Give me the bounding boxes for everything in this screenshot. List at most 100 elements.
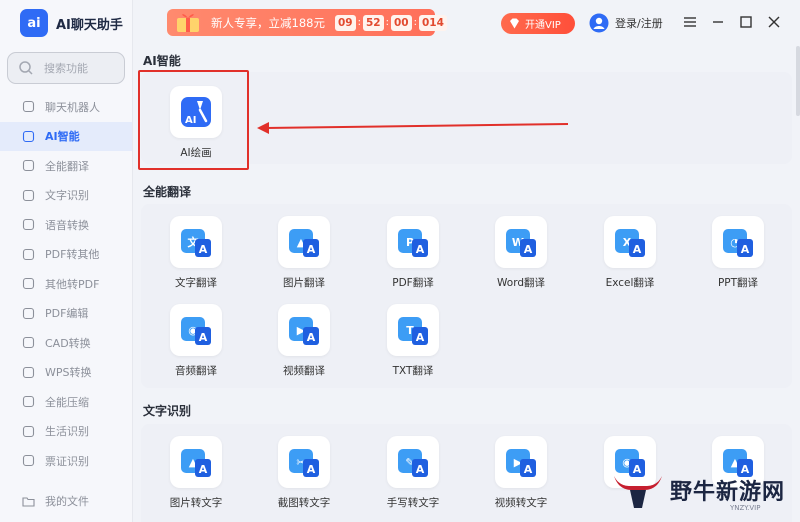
timer-seconds: 00 [390,14,412,31]
tool-video-translate[interactable]: ▶ A 视频翻译 [264,304,344,388]
scrollbar[interactable] [796,46,800,116]
search-placeholder: 搜索功能 [44,62,88,75]
sidebar-item-12[interactable]: 票证识别 [0,446,132,476]
sidebar-item-label: AI智能 [45,130,80,144]
watermark: 野牛新游网 YNZY.VIP [610,472,790,516]
menu-icon[interactable] [683,15,697,29]
folder-icon [22,495,35,508]
close-icon[interactable] [767,15,781,29]
sidebar-item-label: 文字识别 [45,189,89,203]
tool-label: Excel翻译 [605,277,655,289]
robot-icon [22,100,35,113]
tool-audio-translate[interactable]: ◉ A 音频翻译 [156,304,236,388]
tool-image-to-text[interactable]: ▲ A 图片转文字 [156,436,236,520]
tool-label: PDF翻译 [392,277,434,289]
text-translate-icon: 文A [170,216,222,268]
word-translate-icon: WA [495,216,547,268]
watermark-text: 野牛新游网 [670,480,786,505]
svg-text:A: A [199,243,208,256]
tool-image-translate[interactable]: ▲ A 图片翻译 [264,216,344,300]
vip-label: 开通VIP [525,20,561,31]
svg-text:A: A [416,243,425,256]
pdf-translate-icon: PA [387,216,439,268]
sidebar-item-my-files[interactable]: 我的文件 [0,487,133,517]
app-logo: ai [20,9,48,37]
app-header: ai AI聊天助手 [0,0,132,46]
video-to-text-icon: ▶ A [495,436,547,488]
tool-excel-translate[interactable]: X A Excel翻译 [590,216,670,300]
minimize-icon[interactable] [711,15,725,29]
video-translate-icon: ▶ A [278,304,330,356]
sidebar-item-4[interactable]: 语音转换 [0,210,132,240]
tool-label: 截图转文字 [277,497,331,509]
section-title-translate: 全能翻译 [143,185,192,199]
sidebar-item-2[interactable]: 全能翻译 [0,151,132,181]
promo-text: 新人专享，立减188元 [211,15,325,30]
search-icon [19,61,33,75]
tool-label: 视频转文字 [494,497,548,509]
tool-label: TXT翻译 [392,365,434,377]
tool-pdf-translate[interactable]: P A PDF翻译 [373,216,453,300]
promo-banner[interactable]: 新人专享，立减188元 09: 52: 00: 014 [167,9,447,36]
diamond-icon [510,18,519,29]
tool-word-translate[interactable]: W A Word翻译 [481,216,561,300]
sidebar-item-0[interactable]: 聊天机器人 [0,92,132,122]
login-button[interactable]: 登录/注册 [589,13,663,33]
to-pdf-icon [22,277,35,290]
sidebar-item-label: 全能翻译 [45,159,89,173]
annotation-arrow [257,122,569,134]
ocr-icon [22,189,35,202]
sidebar-item-7[interactable]: PDF编辑 [0,299,132,329]
sidebar-item-label: 票证识别 [45,454,89,468]
voice-icon [22,218,35,231]
sidebar-item-10[interactable]: 全能压缩 [0,387,132,417]
gift-icon [177,14,199,32]
translate-icon [22,159,35,172]
sidebar-item-11[interactable]: 生活识别 [0,417,132,447]
sidebar-item-3[interactable]: 文字识别 [0,181,132,211]
sidebar-item-label: 我的文件 [45,495,89,509]
audio-translate-icon: ◉ A [170,304,222,356]
tool-video-to-text[interactable]: ▶ A 视频转文字 [481,436,561,520]
panel-translate [141,204,792,388]
sidebar-item-8[interactable]: CAD转换 [0,328,132,358]
sidebar-item-5[interactable]: PDF转其他 [0,240,132,270]
tool-txt-translate[interactable]: T A TXT翻译 [373,304,453,388]
timer-hours: 09 [334,14,356,31]
excel-translate-icon: XA [604,216,656,268]
sidebar-item-label: CAD转换 [45,336,91,350]
tool-label: 手写转文字 [386,497,440,509]
tool-label: 文字翻译 [175,277,217,289]
image-translate-icon: ▲ A [278,216,330,268]
tool-screenshot-to-text[interactable]: ✂ A 截图转文字 [264,436,344,520]
handwriting-to-text-icon: ✎ A [387,436,439,488]
wps-icon [22,366,35,379]
tool-ppt-translate[interactable]: ◔ A PPT翻译 [698,216,778,300]
sidebar-item-9[interactable]: WPS转换 [0,358,132,388]
image-to-text-icon: ▲ A [170,436,222,488]
countdown-timer: 09: 52: 00: 014 [334,14,447,31]
sidebar: ai AI聊天助手 搜索功能 聊天机器人 AI智能全能翻译文字识别语音转换 PDF转… [0,0,133,522]
sidebar-item-label: PDF编辑 [45,307,89,321]
bull-logo-icon [614,476,662,508]
sidebar-item-1[interactable]: AI智能 [0,121,132,151]
sidebar-item-6[interactable]: 其他转PDF [0,269,132,299]
svg-text:A: A [199,463,208,476]
timer-millis: 014 [418,14,447,31]
screenshot-to-text-icon: ✂ A [278,436,330,488]
maximize-icon[interactable] [739,15,753,29]
tool-handwriting-to-text[interactable]: ✎ A 手写转文字 [373,436,453,520]
sidebar-item-label: 生活识别 [45,425,89,439]
txt-translate-icon: TA [387,304,439,356]
ppt-translate-icon: ◔ A [712,216,764,268]
tool-text-translate[interactable]: 文 A 文字翻译 [156,216,236,300]
vip-button[interactable]: 开通VIP [501,13,575,34]
svg-text:A: A [524,463,533,476]
tool-label: 图片翻译 [283,277,325,289]
svg-text:A: A [307,331,316,344]
svg-text:A: A [416,331,425,344]
app-title: AI聊天助手 [56,17,123,33]
watermark-sub: YNZY.VIP [730,504,761,512]
tool-label: 音频翻译 [175,365,217,377]
search-input[interactable]: 搜索功能 [7,52,125,84]
